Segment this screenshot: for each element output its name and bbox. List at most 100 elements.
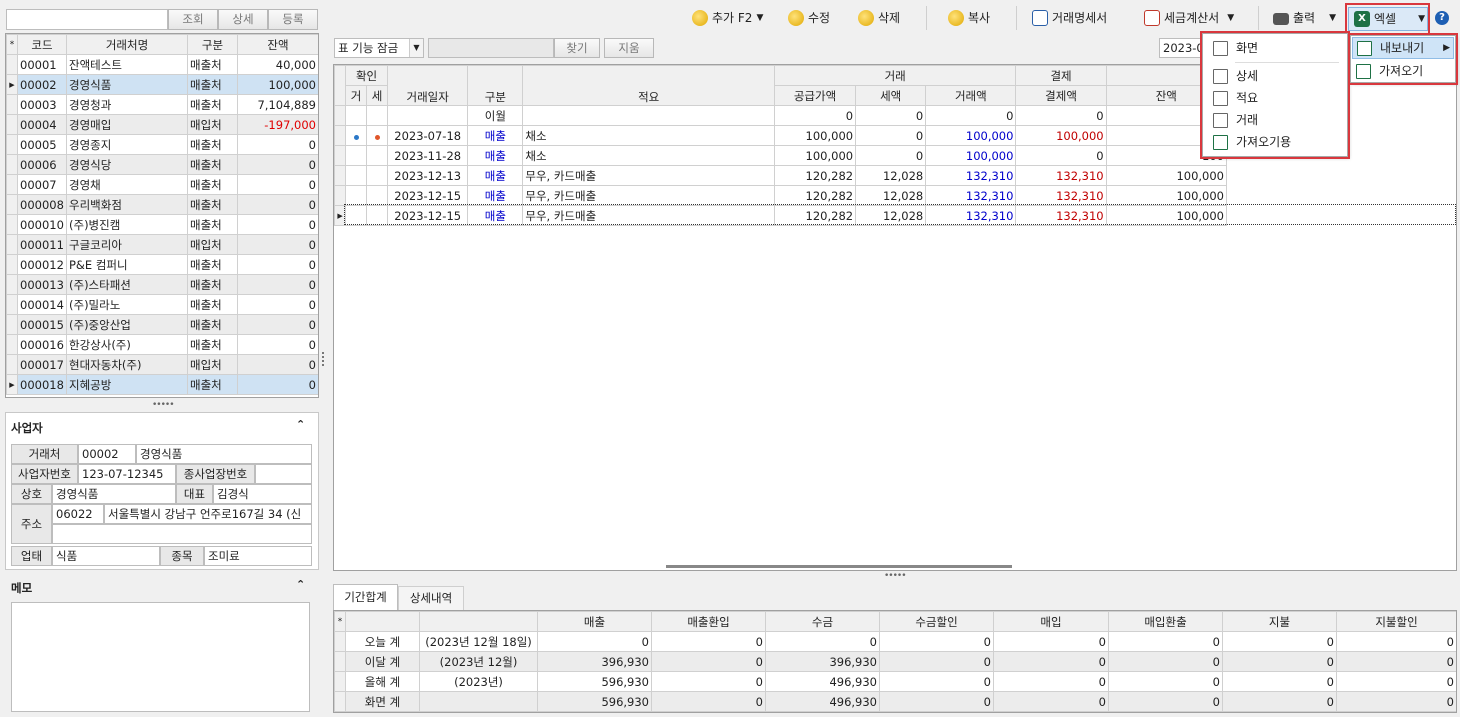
- memo-cell[interactable]: 무우, 카드매출: [522, 185, 775, 206]
- tax-cell[interactable]: 12,028: [855, 165, 927, 186]
- client-name-cell[interactable]: 경영종지: [66, 134, 188, 155]
- table-lock-select[interactable]: 표 기능 잠금 ▼: [334, 38, 424, 58]
- client-balance-cell[interactable]: 0: [237, 354, 318, 375]
- summary-col-header[interactable]: 수금할인: [879, 611, 994, 632]
- client-balance-cell[interactable]: 0: [237, 234, 318, 255]
- date-field[interactable]: 2023-0: [1159, 38, 1205, 58]
- col-name[interactable]: 거래처명: [66, 34, 188, 55]
- client-name-cell[interactable]: (주)스타패션: [66, 274, 188, 295]
- date-cell[interactable]: [387, 105, 469, 126]
- summary-value-cell[interactable]: 596,930: [537, 691, 652, 712]
- type-cell[interactable]: 매출: [467, 185, 524, 206]
- client-code-cell[interactable]: 00006: [17, 154, 67, 175]
- type-cell[interactable]: 매출: [467, 145, 524, 166]
- print-dropdown-icon[interactable]: ▼: [1329, 7, 1336, 29]
- supply-cell[interactable]: 120,282: [773, 165, 857, 186]
- client-balance-cell[interactable]: 0: [237, 154, 318, 175]
- tab-period-total[interactable]: 기간합계: [333, 584, 398, 610]
- add-dropdown-icon[interactable]: ▼: [756, 7, 763, 29]
- payment-cell[interactable]: 100,000: [1015, 125, 1107, 146]
- grid-scrollbar[interactable]: [666, 565, 1012, 568]
- client-balance-cell[interactable]: 7,104,889: [237, 94, 318, 115]
- client-code-field[interactable]: 00002: [78, 444, 136, 464]
- summary-value-cell[interactable]: 0: [879, 691, 994, 712]
- client-row[interactable]: 000012 P&E 컴퍼니 매출처 0: [6, 254, 318, 275]
- client-type-cell[interactable]: 매입처: [187, 354, 238, 375]
- client-code-cell[interactable]: 000014: [17, 294, 67, 315]
- balance-cell[interactable]: 100,000: [1105, 185, 1228, 206]
- summary-value-cell[interactable]: 0: [879, 671, 994, 692]
- supply-cell[interactable]: 100,000: [773, 125, 857, 146]
- tab-detail[interactable]: 상세내역: [398, 586, 464, 610]
- summary-period-cell[interactable]: (2023년 12월 18일): [419, 631, 538, 652]
- amount-cell[interactable]: 132,310: [925, 185, 1017, 206]
- summary-value-cell[interactable]: 0: [651, 651, 766, 672]
- zip-field[interactable]: 06022: [52, 504, 104, 524]
- client-type-cell[interactable]: 매출처: [187, 374, 238, 395]
- transaction-row[interactable]: 2023-12-13 매출 무우, 카드매출 120,282 12,028 132,310…: [334, 165, 1228, 186]
- tax-invoice-button[interactable]: 세금계산서 ▼: [1144, 7, 1234, 29]
- col-amount[interactable]: 거래액: [925, 85, 1017, 106]
- client-name-cell[interactable]: 우리백화점: [66, 194, 188, 215]
- client-row[interactable]: 00001 잔액테스트 매출처 40,000: [6, 54, 318, 75]
- splitter-handle[interactable]: •••••: [152, 400, 175, 410]
- payment-cell[interactable]: 132,310: [1015, 185, 1107, 206]
- client-balance-cell[interactable]: 0: [237, 374, 318, 395]
- summary-value-cell[interactable]: 0: [1222, 691, 1337, 712]
- ceo-field[interactable]: 김경식: [213, 484, 312, 504]
- summary-value-cell[interactable]: 0: [1336, 651, 1456, 672]
- payment-cell[interactable]: 0: [1015, 145, 1107, 166]
- tax-cell[interactable]: 0: [855, 145, 927, 166]
- help-icon[interactable]: ?: [1435, 11, 1449, 25]
- supply-cell[interactable]: 100,000: [773, 145, 857, 166]
- client-code-cell[interactable]: 000013: [17, 274, 67, 295]
- col-payment[interactable]: 결제액: [1015, 85, 1107, 106]
- confirm-s-cell[interactable]: [366, 185, 389, 206]
- summary-value-cell[interactable]: 0: [1222, 671, 1337, 692]
- date-cell[interactable]: 2023-07-18: [387, 125, 469, 146]
- client-type-cell[interactable]: 매출처: [187, 294, 238, 315]
- amount-cell[interactable]: 132,310: [925, 165, 1017, 186]
- summary-period-cell[interactable]: [419, 691, 538, 712]
- collapse-icon[interactable]: ⌃: [296, 418, 305, 431]
- col-supply[interactable]: 공급가액: [773, 85, 857, 106]
- client-row[interactable]: 000010 (주)병진캠 매출처 0: [6, 214, 318, 235]
- balance-cell[interactable]: 100,000: [1105, 165, 1228, 186]
- client-type-cell[interactable]: 매출처: [187, 54, 238, 75]
- memo-collapse-icon[interactable]: ⌃: [296, 578, 305, 591]
- client-type-cell[interactable]: 매출처: [187, 174, 238, 195]
- client-name-cell[interactable]: 한강상사(주): [66, 334, 188, 355]
- client-balance-cell[interactable]: 0: [237, 174, 318, 195]
- col-s[interactable]: 세: [366, 85, 389, 106]
- summary-col-header[interactable]: 수금: [765, 611, 880, 632]
- amount-cell[interactable]: 100,000: [925, 125, 1017, 146]
- memo-cell[interactable]: [522, 105, 775, 126]
- confirm-s-cell[interactable]: [366, 165, 389, 186]
- tax-cell[interactable]: 0: [855, 125, 927, 146]
- col-g[interactable]: 거: [345, 85, 368, 106]
- client-row[interactable]: 000013 (주)스타패션 매출처 0: [6, 274, 318, 295]
- summary-value-cell[interactable]: 0: [993, 631, 1109, 652]
- client-code-cell[interactable]: 00004: [17, 114, 67, 135]
- summary-value-cell[interactable]: 0: [1108, 671, 1223, 692]
- summary-row[interactable]: 화면 계 596,930 0 496,930 0 0 0 0 0: [334, 691, 1456, 712]
- client-type-cell[interactable]: 매출처: [187, 214, 238, 235]
- confirm-g-cell[interactable]: [345, 125, 368, 146]
- summary-col-header[interactable]: 매입: [993, 611, 1109, 632]
- summary-value-cell[interactable]: 0: [993, 671, 1109, 692]
- summary-value-cell[interactable]: 0: [1108, 651, 1223, 672]
- memo-textarea[interactable]: [11, 602, 310, 712]
- type-cell[interactable]: 매출: [467, 165, 524, 186]
- client-name-cell[interactable]: 잔액테스트: [66, 54, 188, 75]
- transaction-row[interactable]: 2023-07-18 매출 채소 100,000 0 100,000 100,000: [334, 125, 1228, 146]
- clear-filter-button[interactable]: 지움: [604, 38, 654, 58]
- client-type-cell[interactable]: 매출처: [187, 254, 238, 275]
- client-balance-cell[interactable]: 0: [237, 214, 318, 235]
- col-type[interactable]: 구분: [467, 65, 524, 106]
- edit-button[interactable]: 수정: [788, 7, 830, 29]
- confirm-g-cell[interactable]: [345, 145, 368, 166]
- summary-value-cell[interactable]: 0: [1336, 631, 1456, 652]
- summary-value-cell[interactable]: 0: [1222, 631, 1337, 652]
- find-filter-button[interactable]: 찾기: [554, 38, 600, 58]
- type-cell[interactable]: 이월: [467, 105, 524, 126]
